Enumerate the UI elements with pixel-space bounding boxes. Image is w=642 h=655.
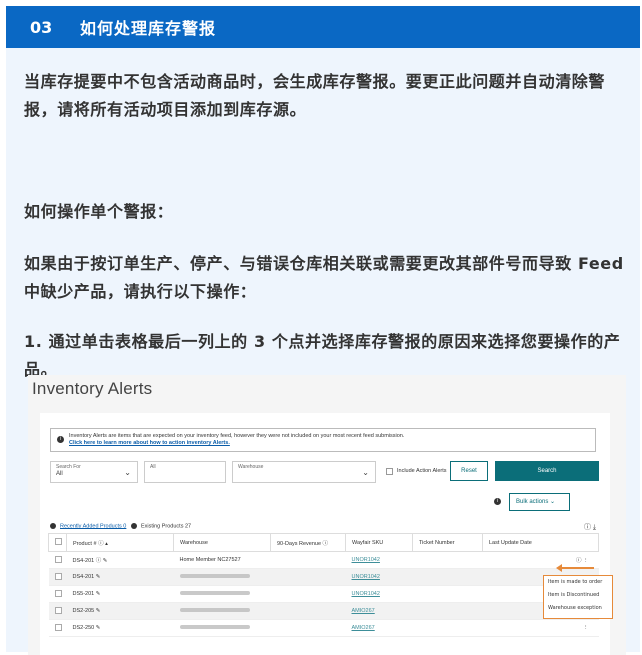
intro-paragraph: 当库存提要中不包含活动商品时，会生成库存警报。要更正此问题并自动清除警报，请将所… (24, 72, 606, 119)
search-input[interactable]: All (144, 461, 226, 483)
info-text: Inventory Alerts are items that are expe… (69, 433, 405, 439)
info-icon: ⓘ (583, 524, 591, 531)
bulk-actions-label: Bulk actions (516, 499, 549, 505)
chevron-down-icon: ⌄ (124, 468, 131, 477)
single-alert-heading: 如何操作单个警报： (24, 202, 174, 221)
bulk-actions-button[interactable]: Bulk actions ⌄ (509, 493, 570, 511)
alerts-table: Product # ⓘ ▴ Warehouse 90-Days Revenue … (48, 533, 599, 637)
product-number: DS5-201 (72, 591, 95, 597)
row-checkbox[interactable] (54, 589, 62, 597)
warehouse-cell: Home Member NC27527 (173, 551, 271, 569)
menu-item-made-to-order[interactable]: Item is made to order (544, 576, 612, 589)
col-last-update[interactable]: Last Update Date (482, 533, 599, 552)
product-number: DS4-201 (72, 558, 95, 564)
table-row[interactable]: DS2-205 ✎ AMIO267 (48, 602, 599, 620)
col-ticket[interactable]: Ticket Number (412, 533, 483, 552)
search-button[interactable]: Search (495, 461, 599, 481)
product-number: DS2-205 (72, 608, 95, 614)
info-icon (50, 523, 56, 529)
info-icon: i (57, 436, 64, 443)
product-number: DS2-250 (72, 625, 95, 631)
include-action-alerts-checkbox[interactable] (386, 468, 393, 475)
table-header-row: Product # ⓘ ▴ Warehouse 90-Days Revenue … (48, 533, 599, 552)
section-header: 03 如何处理库存警报 (6, 6, 640, 48)
select-all-checkbox[interactable] (55, 538, 62, 545)
table-row[interactable]: DS2-250 ✎ AMIO267 ⋮ (48, 619, 599, 637)
col-revenue[interactable]: 90-Days Revenue ⓘ (270, 533, 346, 552)
sku-link[interactable]: UNOR1042 (352, 557, 380, 563)
table-row[interactable]: DS5-201 ✎ UNOR1042 (48, 585, 599, 603)
more-options-icon[interactable]: ⋮ (583, 625, 589, 631)
table-row[interactable]: DS4-201 ✎ UNOR1042 (48, 568, 599, 586)
existing-products: Existing Products 27 (140, 523, 192, 530)
row-checkbox[interactable] (54, 572, 62, 580)
row-checkbox[interactable] (54, 555, 62, 563)
info-icon: i (494, 498, 501, 505)
row-checkbox[interactable] (54, 606, 62, 614)
inventory-panel: i Inventory Alerts are items that are ex… (40, 413, 610, 655)
inventory-alerts-title: Inventory Alerts (32, 379, 153, 398)
info-icon (130, 523, 137, 529)
section-number: 03 (30, 17, 53, 37)
warehouse-label: Warehouse (238, 464, 264, 470)
menu-item-warehouse-exception[interactable]: Warehouse exception (544, 602, 612, 615)
row-checkbox[interactable] (54, 623, 62, 631)
info-icon: ⓘ (575, 558, 582, 564)
sku-link[interactable]: UNOR1042 (352, 574, 380, 580)
search-for-select[interactable]: Search For All ⌄ (50, 461, 138, 483)
col-sku[interactable]: Wayfair SKU (345, 533, 413, 552)
select-all-cell (48, 533, 67, 552)
warehouse-select[interactable]: Warehouse ⌄ (232, 461, 376, 483)
search-for-label: Search For (56, 464, 81, 470)
inventory-alerts-screenshot: Inventory Alerts i Inventory Alerts are … (28, 375, 626, 655)
table-row[interactable]: DS4-201 ⓘ ✎ Home Member NC27527 UNOR1042… (48, 551, 599, 569)
info-banner: i Inventory Alerts are items that are ex… (50, 428, 596, 452)
product-number: DS4-201 (72, 574, 95, 580)
reset-button[interactable]: Reset (450, 461, 488, 481)
condition-paragraph: 如果由于按订单生产、停产、与错误仓库相关联或需要更改其部件号而导致 Feed 中… (24, 254, 624, 301)
recently-added-link[interactable]: Recently Added Products 0 (60, 523, 126, 529)
section-title: 如何处理库存警报 (80, 19, 217, 38)
content-panel: 当库存提要中不包含活动商品时，会生成库存警报。要更正此问题并自动清除警报，请将所… (6, 48, 640, 655)
search-for-value: All (56, 471, 63, 477)
sku-link[interactable]: AMIO267 (352, 625, 375, 631)
redacted-warehouse (179, 591, 250, 595)
redacted-warehouse (179, 608, 250, 612)
search-placeholder: All (150, 464, 156, 470)
col-warehouse[interactable]: Warehouse (173, 533, 271, 552)
chevron-down-icon: ⌄ (362, 468, 369, 477)
download-icon[interactable]: ⤓ (593, 524, 596, 531)
product-counts: Recently Added Products 0 Existing Produ… (50, 523, 191, 529)
redacted-warehouse (179, 574, 250, 578)
sku-link[interactable]: AMIO267 (352, 608, 375, 614)
col-product[interactable]: Product # ⓘ ▴ (66, 533, 174, 552)
include-action-alerts-label: Include Action Alerts (397, 468, 447, 474)
table-tools: ⓘ ⤓ (584, 522, 596, 532)
redacted-warehouse (179, 625, 250, 629)
sku-link[interactable]: UNOR1042 (352, 591, 380, 597)
reason-dropdown-menu: Item is made to order Item is Discontinu… (543, 575, 613, 619)
more-options-icon[interactable]: ⋮ (583, 558, 589, 564)
info-link[interactable]: Click here to learn more about how to ac… (69, 440, 595, 447)
arrow-line (561, 567, 594, 569)
menu-item-discontinued[interactable]: Item is Discontinued (544, 589, 612, 602)
